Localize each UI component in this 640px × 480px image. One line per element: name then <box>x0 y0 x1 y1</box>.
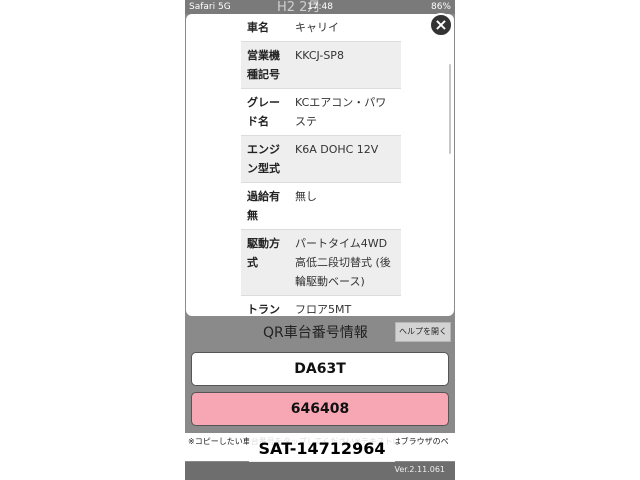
sat-overlay-label: SAT-14712964 <box>249 436 395 462</box>
version-label: Ver.2.11.061 <box>394 465 446 474</box>
vin-model-button[interactable]: DA63T <box>191 352 449 386</box>
spec-label: 駆動方式 <box>247 237 280 269</box>
spec-label: 車名 <box>247 21 269 34</box>
spec-value: キャリイ <box>295 21 339 34</box>
spec-row: グレード名 KCエアコン・パワステ <box>241 89 401 136</box>
close-modal-button[interactable]: × <box>429 13 453 37</box>
status-bar: H2 2月 Safari 5G 17:48 86% <box>185 0 455 15</box>
spec-label: トラン <box>247 303 280 316</box>
qr-section-title: QR車台番号情報 <box>263 325 368 341</box>
spec-label: 過給有無 <box>247 190 280 222</box>
spec-row: 車名 キャリイ <box>241 14 401 42</box>
spec-value: フロア5MT <box>295 303 352 316</box>
spec-label: 営業機種記号 <box>247 49 280 81</box>
spec-row: 駆動方式 パートタイム4WD 高低二段切替式 (後輪駆動ベース) <box>241 230 401 296</box>
spec-value: KKCJ-SP8 <box>295 49 344 62</box>
spec-label: エンジン型式 <box>247 143 280 175</box>
spec-value: K6A DOHC 12V <box>295 143 379 156</box>
spec-table: 車名 キャリイ 営業機種記号 KKCJ-SP8 グレード名 KCエアコン・パワス… <box>241 14 401 316</box>
spec-value: KCエアコン・パワステ <box>295 96 387 128</box>
carrier-label: Safari 5G <box>189 2 231 12</box>
serial-number-button[interactable]: 646408 <box>191 392 449 426</box>
help-button[interactable]: ヘルプを開く <box>395 322 451 342</box>
spec-row: エンジン型式 K6A DOHC 12V <box>241 136 401 183</box>
modal-scrollbar[interactable] <box>449 64 451 154</box>
spec-label: グレード名 <box>247 96 280 128</box>
spec-value: 無し <box>295 190 317 203</box>
spec-row: 営業機種記号 KKCJ-SP8 <box>241 42 401 89</box>
clock: 17:48 <box>307 2 333 12</box>
footer-bar: Ver.2.11.061 <box>185 462 455 480</box>
spec-row: 過給有無 無し <box>241 183 401 230</box>
spec-modal: 車名 キャリイ 営業機種記号 KKCJ-SP8 グレード名 KCエアコン・パワス… <box>186 14 454 316</box>
spec-row: トラン フロア5MT <box>241 296 401 316</box>
phone-screen: H2 2月 Safari 5G 17:48 86% 車名 キャリイ 営業機種記号… <box>185 0 455 480</box>
battery-level: 86% <box>430 2 451 12</box>
spec-value: パートタイム4WD 高低二段切替式 (後輪駆動ベース) <box>295 237 391 288</box>
